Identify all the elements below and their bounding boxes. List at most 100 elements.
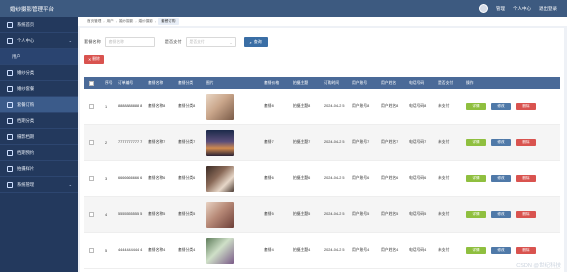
breadcrumb-item[interactable]: 婚纱摄影 bbox=[139, 19, 153, 24]
breadcrumb-item[interactable]: 首页管理 bbox=[87, 19, 101, 24]
edit-button[interactable]: 修改 bbox=[491, 247, 511, 254]
row-package-name: 套餐名称4 bbox=[148, 248, 166, 252]
sidebar-item-label: 婚纱分类 bbox=[17, 69, 35, 75]
row-user-account: 用户账号5 bbox=[352, 212, 370, 216]
row-checkbox[interactable] bbox=[89, 140, 94, 145]
row-order-no: 8888888888 8 bbox=[118, 104, 143, 108]
row-checkbox[interactable] bbox=[89, 248, 94, 253]
detail-button[interactable]: 详情 bbox=[466, 103, 486, 110]
calendar-icon bbox=[7, 117, 13, 124]
sidebar-item-label: 个人中心 bbox=[17, 37, 35, 43]
sidebar-item-profile[interactable]: 个人中心 ⌄ bbox=[0, 33, 78, 49]
row-package-category: 套餐分类5 bbox=[178, 212, 196, 216]
row-paid-status: 未支付 bbox=[438, 140, 450, 144]
sidebar-item-label: 档期预约 bbox=[17, 149, 35, 155]
logout-link[interactable]: 退出登录 bbox=[539, 6, 557, 12]
row-phone: 电话号码7 bbox=[409, 140, 427, 144]
edit-button[interactable]: 修改 bbox=[491, 103, 511, 110]
chevron-down-icon: ⌄ bbox=[68, 182, 72, 187]
row-checkbox[interactable] bbox=[89, 176, 94, 181]
row-actions: 详情 修改 删除 bbox=[466, 247, 536, 254]
row-package-name: 套餐名称5 bbox=[148, 212, 166, 216]
row-delete-button[interactable]: 删除 bbox=[516, 211, 536, 218]
row-price: 套餐7 bbox=[264, 140, 274, 144]
detail-button[interactable]: 详情 bbox=[466, 211, 486, 218]
search-button-label: 查询 bbox=[253, 39, 262, 44]
home-icon bbox=[7, 21, 13, 28]
row-package-category: 套餐分类4 bbox=[178, 248, 196, 252]
breadcrumb-item[interactable]: 婚纱摄影 bbox=[119, 19, 133, 24]
row-user-name: 用户姓名5 bbox=[381, 212, 399, 216]
sidebar-item-label: 档期分类 bbox=[17, 117, 35, 123]
cart-icon bbox=[7, 101, 13, 108]
breadcrumb-separator: › bbox=[135, 19, 137, 24]
row-order-no: 5555555555 5 bbox=[118, 212, 143, 216]
header-user-account: 用户账号 bbox=[352, 80, 368, 85]
camera-icon bbox=[7, 133, 13, 140]
row-phone: 电话号码5 bbox=[409, 212, 427, 216]
sidebar-item-orders[interactable]: 套餐订购 bbox=[0, 97, 78, 113]
row-paid-status: 未支付 bbox=[438, 104, 450, 108]
top-bar: 婚纱摄影管理平台 管理 个人中心 退出登录 bbox=[0, 0, 567, 17]
image-icon bbox=[7, 165, 13, 172]
row-delete-button[interactable]: 删除 bbox=[516, 139, 536, 146]
header-theme: 拍摄主题 bbox=[293, 80, 309, 85]
batch-delete-button[interactable]: ✕ 删除 bbox=[84, 55, 104, 64]
sidebar-item-users[interactable]: 用户 bbox=[0, 49, 78, 65]
row-delete-button[interactable]: 删除 bbox=[516, 175, 536, 182]
row-package-image bbox=[206, 238, 234, 264]
avatar[interactable] bbox=[479, 4, 488, 13]
row-checkbox[interactable] bbox=[89, 104, 94, 109]
sidebar-item-samples[interactable]: 拍摄样片 bbox=[0, 161, 78, 177]
row-checkbox[interactable] bbox=[89, 212, 94, 217]
edit-button[interactable]: 修改 bbox=[491, 211, 511, 218]
header-index: 序号 bbox=[105, 80, 113, 85]
select-all-checkbox[interactable] bbox=[89, 80, 94, 86]
chevron-down-icon: ⌄ bbox=[229, 40, 233, 45]
name-filter-input[interactable]: 套餐名称 bbox=[104, 37, 155, 47]
detail-button[interactable]: 详情 bbox=[466, 247, 486, 254]
row-index: 1 bbox=[105, 104, 108, 109]
header-paid: 是否支付 bbox=[438, 80, 454, 85]
detail-button[interactable]: 详情 bbox=[466, 139, 486, 146]
row-user-account: 用户账号7 bbox=[352, 140, 370, 144]
breadcrumb-item[interactable]: 用户 bbox=[107, 19, 114, 24]
table-row: 1 8888888888 8 套餐名称8 套餐分类8 套餐8 拍摄主题8 202… bbox=[84, 89, 560, 125]
row-order-no: 4444444444 4 bbox=[118, 248, 143, 252]
row-phone: 电话号码4 bbox=[409, 248, 427, 252]
row-order-time: 2024-04-2 5 bbox=[324, 176, 345, 180]
row-theme: 拍摄主题8 bbox=[293, 104, 311, 108]
sidebar-item-schedule-category[interactable]: 档期分类 bbox=[0, 113, 78, 129]
sidebar-item-dress-category[interactable]: 婚纱分类 bbox=[0, 65, 78, 81]
edit-button[interactable]: 修改 bbox=[491, 139, 511, 146]
row-actions: 详情 修改 删除 bbox=[466, 211, 536, 218]
row-price: 套餐4 bbox=[264, 248, 274, 252]
row-user-name: 用户姓名6 bbox=[381, 176, 399, 180]
table-row: 2 7777777777 7 套餐名称7 套餐分类7 套餐7 拍摄主题7 202… bbox=[84, 125, 560, 161]
row-delete-button[interactable]: 删除 bbox=[516, 103, 536, 110]
header-user-name: 用户姓名 bbox=[381, 80, 397, 85]
row-actions: 详情 修改 删除 bbox=[466, 103, 536, 110]
user-icon bbox=[7, 37, 13, 44]
detail-button[interactable]: 详情 bbox=[466, 175, 486, 182]
row-package-image bbox=[206, 166, 234, 192]
sidebar-item-packages[interactable]: 婚纱套餐 bbox=[0, 81, 78, 97]
header-order-no: 订单编号 bbox=[118, 80, 134, 85]
breadcrumb-current: 套餐订购 bbox=[158, 18, 179, 25]
sidebar-item-home[interactable]: 系统首页 bbox=[0, 17, 78, 33]
row-order-time: 2024-04-2 5 bbox=[324, 248, 345, 252]
row-package-category: 套餐分类7 bbox=[178, 140, 196, 144]
row-index: 4 bbox=[105, 212, 108, 217]
sidebar-item-reservations[interactable]: 档期预约 bbox=[0, 145, 78, 161]
row-package-name: 套餐名称6 bbox=[148, 176, 166, 180]
row-price: 套餐6 bbox=[264, 176, 274, 180]
sidebar-item-system[interactable]: 系统管理 ⌄ bbox=[0, 177, 78, 193]
search-button[interactable]: ⌕ 查询 bbox=[243, 37, 268, 47]
row-package-category: 套餐分类8 bbox=[178, 104, 196, 108]
edit-button[interactable]: 修改 bbox=[491, 175, 511, 182]
row-delete-button[interactable]: 删除 bbox=[516, 247, 536, 254]
profile-link[interactable]: 个人中心 bbox=[513, 6, 531, 12]
paid-filter-select[interactable]: 是否支付 ⌄ bbox=[185, 37, 236, 47]
sidebar-item-photo-schedule[interactable]: 摄影档期 bbox=[0, 129, 78, 145]
table-row: 5 4444444444 4 套餐名称4 套餐分类4 套餐4 拍摄主题4 202… bbox=[84, 233, 560, 269]
